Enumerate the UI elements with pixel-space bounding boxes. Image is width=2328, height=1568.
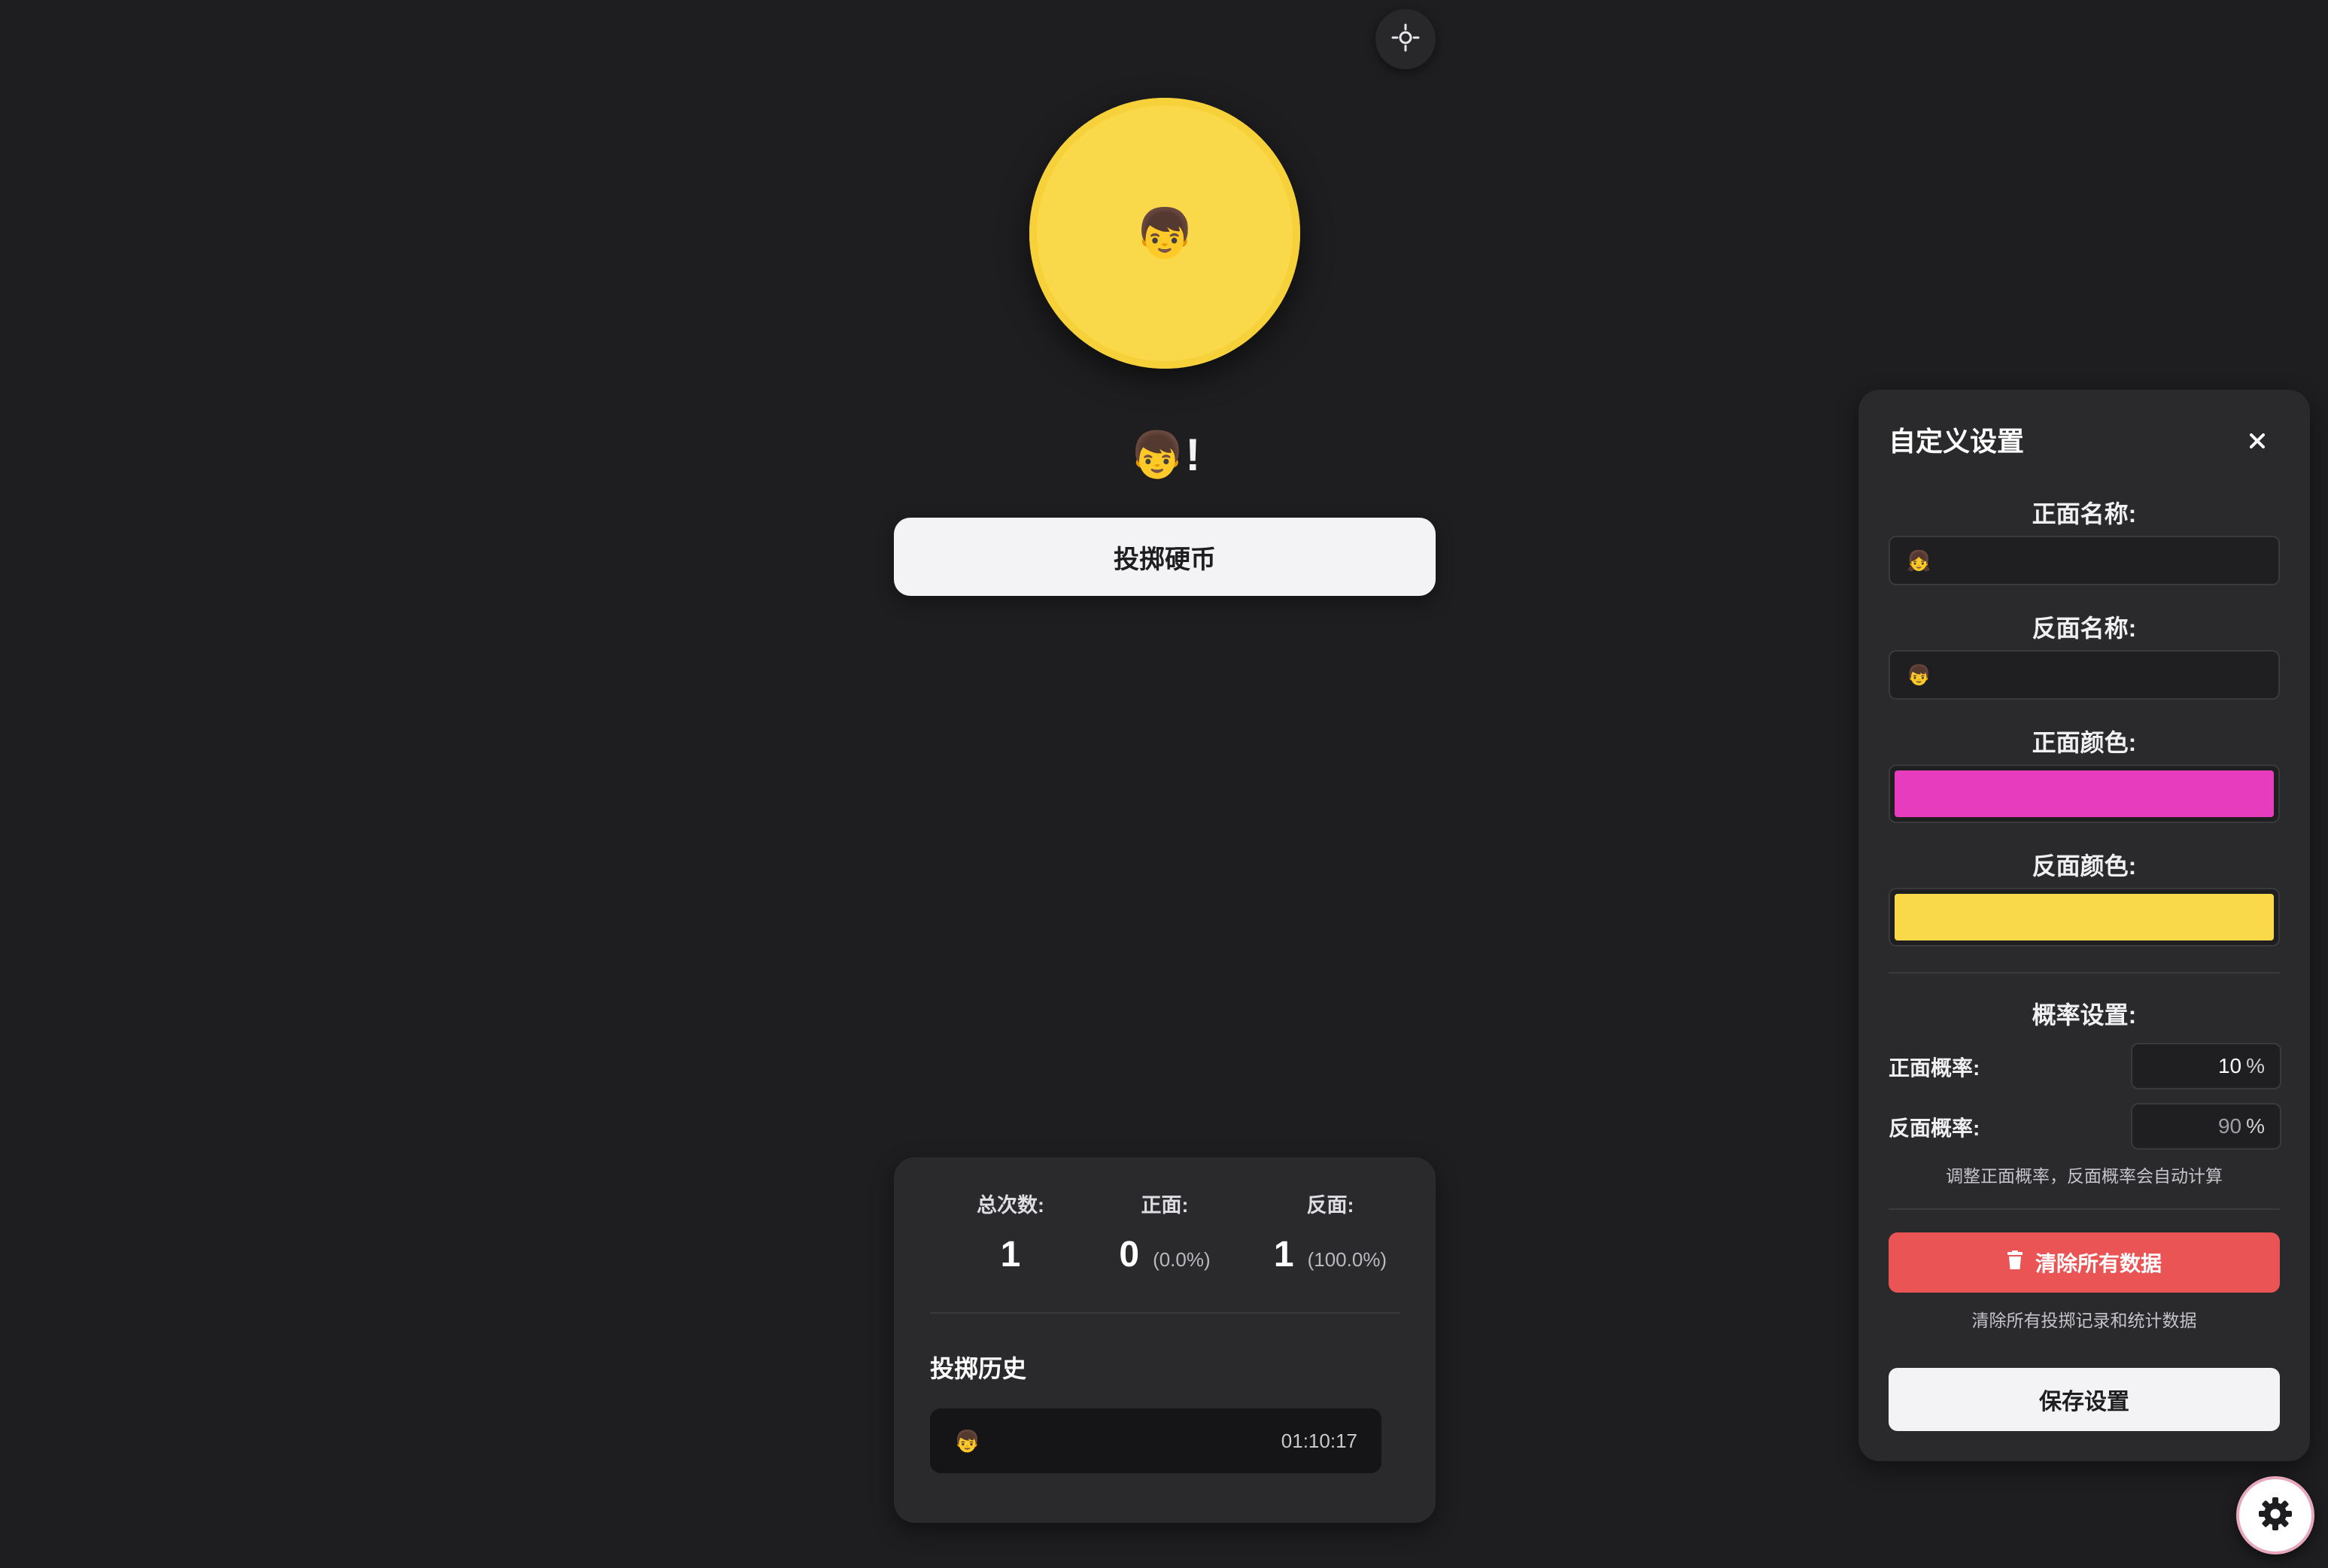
page: 👦 👦! 投掷硬币 总次数: 1 正面: 0 (0.0%) 反面: 1 (100… (0, 0, 2328, 1568)
stat-tails-label: 反面: (1306, 1194, 1354, 1217)
stat-heads-percent: (0.0%) (1153, 1248, 1211, 1271)
heads-color-swatch (1895, 770, 2274, 817)
history-item: 👦 01:10:17 (930, 1408, 1381, 1473)
clear-data-button[interactable]: 清除所有数据 (1889, 1232, 2280, 1293)
heads-probability-label: 正面概率: (1889, 1056, 1980, 1080)
tails-color-label: 反面颜色: (2032, 852, 2137, 880)
coin-face-emoji: 👦 (1135, 206, 1195, 260)
stat-heads-value: 0 (1119, 1235, 1140, 1275)
tails-color-swatch (1895, 894, 2274, 940)
probability-hint: 调整正面概率，反面概率会自动计算 (1946, 1166, 2223, 1186)
theme-toggle-button[interactable] (1375, 9, 1436, 69)
panel-divider (1889, 972, 2280, 974)
heads-color-label: 正面颜色: (2032, 729, 2137, 756)
stats-card: 总次数: 1 正面: 0 (0.0%) 反面: 1 (100.0%) 投掷历史 … (894, 1157, 1436, 1523)
stat-total-label: 总次数: (977, 1194, 1044, 1217)
stat-total: 总次数: 1 (924, 1190, 1097, 1275)
clear-data-hint: 清除所有投掷记录和统计数据 (1971, 1311, 2197, 1330)
settings-title: 自定义设置 (1889, 426, 2025, 457)
heads-probability-input[interactable]: 10 % (2131, 1043, 2281, 1089)
flip-coin-button[interactable]: 投掷硬币 (894, 518, 1436, 596)
settings-panel: 自定义设置 正面名称: 👧 反面名称: 👦 正面颜色: 反面颜色: 概率设置: … (1858, 390, 2310, 1461)
history-title: 投掷历史 (930, 1355, 1027, 1382)
settings-button[interactable] (2236, 1476, 2314, 1554)
stat-tails-percent: (100.0%) (1307, 1248, 1387, 1271)
probability-title: 概率设置: (2032, 1001, 2137, 1029)
tails-probability-label: 反面概率: (1889, 1117, 1980, 1140)
stat-heads: 正面: 0 (0.0%) (1078, 1190, 1251, 1275)
stat-tails-value: 1 (1273, 1235, 1294, 1275)
tails-name-value: 👦 (1907, 663, 1931, 686)
history-item-face: 👦 (954, 1429, 980, 1453)
heads-color-picker[interactable] (1889, 764, 2280, 823)
tails-probability-unit: % (2246, 1114, 2265, 1138)
gear-icon (2257, 1496, 2293, 1536)
stat-heads-label: 正面: (1141, 1194, 1189, 1217)
tails-name-label: 反面名称: (2032, 615, 2137, 642)
close-icon (2247, 430, 2268, 455)
heads-probability-value: 10 (2217, 1054, 2242, 1077)
trash-icon (2007, 1250, 2023, 1275)
tails-probability-input: 90 % (2131, 1103, 2281, 1150)
heads-name-input[interactable]: 👧 (1889, 536, 2280, 585)
history-item-time: 01:10:17 (1281, 1429, 1357, 1452)
sun-icon (1390, 23, 1421, 56)
close-button[interactable] (2241, 426, 2274, 459)
heads-name-label: 正面名称: (2032, 500, 2137, 527)
heads-name-value: 👧 (1907, 548, 1931, 572)
stat-total-value: 1 (1000, 1235, 1021, 1275)
panel-divider (1889, 1208, 2280, 1210)
flip-result-text: 👦! (1129, 430, 1201, 480)
tails-color-picker[interactable] (1889, 888, 2280, 947)
clear-data-label: 清除所有数据 (2035, 1252, 2162, 1275)
tails-probability-value: 90 (2217, 1114, 2242, 1138)
coin[interactable]: 👦 (1029, 98, 1300, 369)
tails-name-input[interactable]: 👦 (1889, 650, 2280, 700)
save-settings-button[interactable]: 保存设置 (1889, 1368, 2280, 1431)
heads-probability-unit: % (2246, 1054, 2265, 1077)
stats-divider (930, 1312, 1400, 1314)
stat-tails: 反面: 1 (100.0%) (1244, 1190, 1417, 1275)
